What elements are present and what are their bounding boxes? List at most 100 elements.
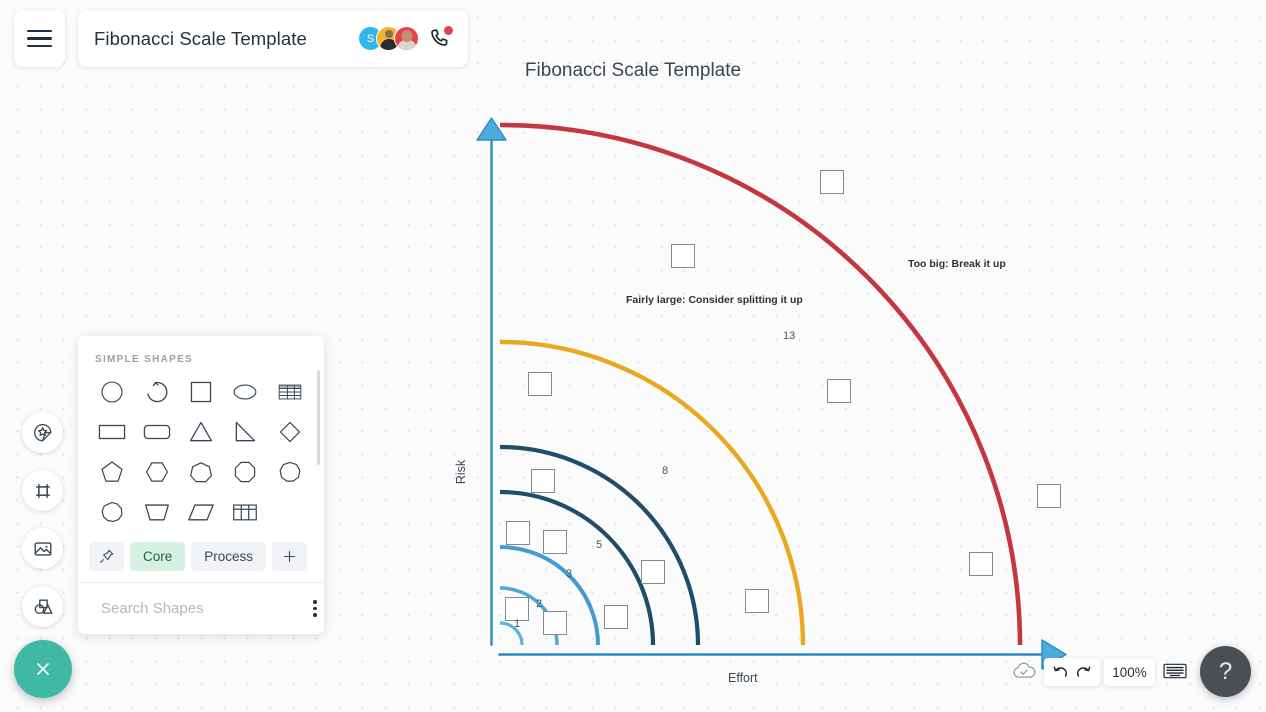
shape-hexagon[interactable] <box>134 455 178 488</box>
story-card[interactable] <box>827 379 851 403</box>
sticker-star-icon <box>33 423 51 441</box>
tab-process[interactable]: Process <box>191 542 267 571</box>
hamburger-icon <box>27 37 52 40</box>
lined-table-icon <box>278 384 302 399</box>
redo-button[interactable] <box>1074 663 1093 682</box>
title-bar: Fibonacci Scale Template S <box>78 10 468 67</box>
shapes-grid <box>78 375 324 538</box>
story-card[interactable] <box>969 552 993 576</box>
frame-tool-button[interactable] <box>22 470 63 511</box>
arc-5 <box>500 489 656 645</box>
x-axis <box>498 639 1067 670</box>
shapes-tool-button[interactable] <box>22 586 63 627</box>
zoom-level[interactable]: 100% <box>1104 658 1155 686</box>
story-card[interactable] <box>1037 484 1061 508</box>
shape-rounded-rectangle[interactable] <box>134 415 178 448</box>
shapes-icon <box>34 599 52 614</box>
redo-icon <box>1077 665 1091 677</box>
shape-rectangle[interactable] <box>90 415 134 448</box>
shape-right-triangle[interactable] <box>223 415 267 448</box>
hamburger-icon <box>27 44 52 48</box>
document-title[interactable]: Fibonacci Scale Template <box>94 28 358 50</box>
shape-grid-table[interactable] <box>223 495 267 528</box>
shape-decagon[interactable] <box>90 495 134 528</box>
phone-icon[interactable] <box>428 25 453 51</box>
undo-redo-group <box>1044 658 1100 686</box>
pentagon-icon <box>101 460 123 482</box>
shape-triangle[interactable] <box>179 415 223 448</box>
story-card[interactable] <box>671 244 695 268</box>
arc-2 <box>500 586 559 645</box>
hamburger-menu-button[interactable] <box>14 10 65 67</box>
octagon-icon <box>235 461 256 482</box>
undo-icon <box>1053 665 1067 677</box>
story-card[interactable] <box>505 597 529 621</box>
arc-1 <box>500 621 524 645</box>
nonagon-icon <box>279 461 301 482</box>
parallelogram-icon <box>188 503 214 520</box>
shape-circle[interactable] <box>90 375 134 408</box>
more-vertical-icon[interactable] <box>309 596 321 621</box>
story-card[interactable] <box>531 469 555 493</box>
collaborator-avatars: S <box>358 26 419 51</box>
y-axis <box>476 117 507 646</box>
search-shapes-input[interactable] <box>101 600 300 617</box>
frame-icon <box>35 483 50 498</box>
story-card[interactable] <box>506 521 530 545</box>
story-card[interactable] <box>543 530 567 554</box>
shape-diamond[interactable] <box>268 415 312 448</box>
shape-octagon[interactable] <box>223 455 267 488</box>
grid-table-icon <box>233 503 258 520</box>
shape-pentagon[interactable] <box>90 455 134 488</box>
right-triangle-icon <box>236 421 256 441</box>
shapes-panel: SIMPLE SHAPES Core Process Search Shapes <box>78 336 324 634</box>
story-card[interactable] <box>604 605 628 629</box>
rectangle-icon <box>98 424 126 439</box>
shape-search-row <box>78 582 324 634</box>
shape-parallelogram[interactable] <box>179 495 223 528</box>
ellipse-icon <box>233 384 257 399</box>
stickers-tool-button[interactable] <box>22 412 63 453</box>
close-panel-button[interactable] <box>14 640 72 698</box>
shape-lined-table[interactable] <box>268 375 312 408</box>
shape-trapezoid[interactable] <box>134 495 178 528</box>
hexagon-icon <box>145 461 168 482</box>
close-icon <box>37 663 49 675</box>
shape-square[interactable] <box>179 375 223 408</box>
pin-tab[interactable] <box>89 542 124 571</box>
keyboard-shortcuts-button[interactable] <box>1163 662 1187 685</box>
shape-nonagon[interactable] <box>268 455 312 488</box>
image-icon <box>34 541 51 556</box>
triangle-icon <box>189 421 213 441</box>
call-notification-badge <box>444 25 453 35</box>
shape-heptagon[interactable] <box>179 455 223 488</box>
left-toolbar <box>22 412 63 627</box>
hamburger-icon <box>27 29 52 33</box>
decagon-icon <box>101 501 123 522</box>
shapes-section-title: SIMPLE SHAPES <box>95 354 194 365</box>
plus-icon <box>284 551 296 562</box>
story-card[interactable] <box>528 372 552 396</box>
help-button[interactable]: ? <box>1200 646 1251 697</box>
heptagon-icon <box>189 461 212 482</box>
shape-ellipse[interactable] <box>223 375 267 408</box>
story-card[interactable] <box>641 560 665 584</box>
story-card[interactable] <box>745 589 769 613</box>
shapes-panel-scrollbar[interactable] <box>316 370 320 465</box>
pin-icon <box>100 549 114 563</box>
arc-spiral-icon <box>146 381 168 402</box>
cloud-saved-button[interactable] <box>1011 661 1037 681</box>
add-category-button[interactable] <box>272 542 308 571</box>
rounded-rectangle-icon <box>143 424 170 439</box>
tab-core[interactable]: Core <box>130 542 186 571</box>
story-card[interactable] <box>820 170 844 194</box>
shape-arc-spiral[interactable] <box>134 375 178 408</box>
circle-icon <box>101 380 123 403</box>
square-icon <box>190 381 212 402</box>
undo-button[interactable] <box>1051 663 1070 682</box>
avatar[interactable] <box>394 26 419 51</box>
story-card[interactable] <box>543 611 567 635</box>
shape-category-tabs: Core Process <box>78 538 324 582</box>
image-tool-button[interactable] <box>22 528 63 569</box>
diamond-icon <box>279 421 300 442</box>
